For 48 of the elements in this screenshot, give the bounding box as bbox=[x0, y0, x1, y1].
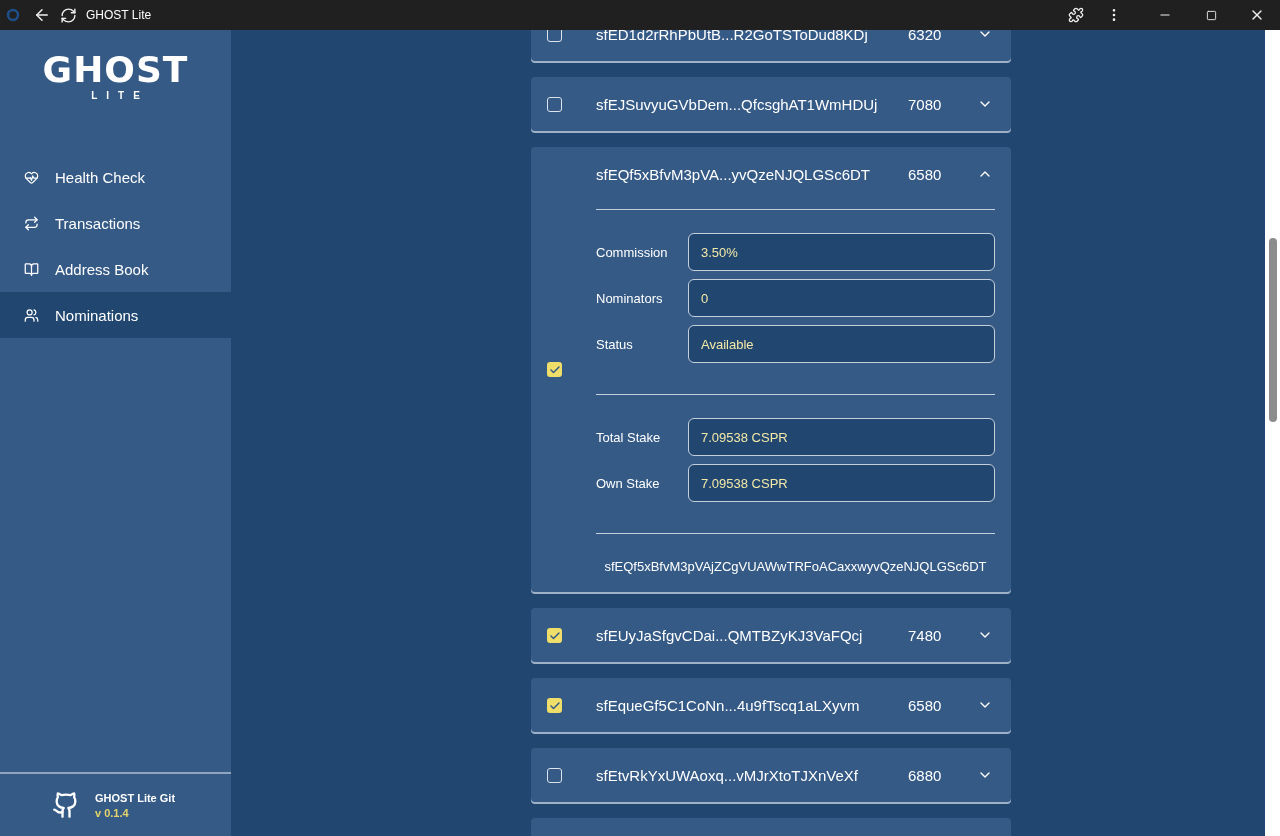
nav-item[interactable]: Nominations bbox=[0, 292, 231, 338]
validator-address: sfEtvRkYxUWAoxq...vMJrXtoTJXnVeXf bbox=[596, 766, 859, 784]
window-title: GHOST Lite bbox=[86, 8, 152, 22]
value-field: 3.50% bbox=[688, 233, 995, 271]
validator-number: 6880 bbox=[908, 766, 943, 784]
check-icon bbox=[548, 629, 561, 642]
checkbox[interactable] bbox=[547, 30, 562, 42]
puzzle-icon bbox=[1068, 7, 1084, 23]
value-field: 0 bbox=[688, 279, 995, 317]
value-field: 7.09538 CSPR bbox=[688, 418, 995, 456]
checkbox[interactable] bbox=[547, 628, 562, 643]
app-icon bbox=[6, 8, 20, 22]
nav-item[interactable]: Health Check bbox=[0, 154, 231, 200]
full-address: sfEQf5xBfvM3pVAjZCgVUAWwTRFoACaxxwyvQzeNJQLGSc6DT bbox=[603, 558, 988, 576]
value-field: Available bbox=[688, 325, 995, 363]
field-label: Total Stake bbox=[596, 429, 662, 445]
checkbox[interactable] bbox=[547, 698, 562, 713]
maximize-icon bbox=[1205, 9, 1217, 21]
validator-address: sfEJSuvyuGVbDem...QfcsghAT1WmHDUj bbox=[596, 95, 879, 113]
scrollbar[interactable] bbox=[1265, 30, 1280, 836]
book-icon bbox=[24, 261, 39, 277]
users-icon bbox=[24, 307, 39, 323]
version-label: v 0.1.4 bbox=[95, 806, 130, 819]
refresh-icon bbox=[59, 6, 77, 24]
nav-item[interactable]: Address Book bbox=[0, 246, 231, 292]
validator-number: 6580 bbox=[908, 165, 943, 183]
validator-address: sfEQf5xBfvM3pVA...yvQzeNJQLGSc6DT bbox=[596, 165, 871, 183]
validator-number: 6580 bbox=[908, 696, 943, 714]
validator-number: 7080 bbox=[908, 95, 943, 113]
check-icon bbox=[548, 699, 561, 712]
field-label: Status bbox=[596, 336, 634, 352]
field-label: Commission bbox=[596, 244, 669, 260]
logo-title: GHOST bbox=[42, 50, 189, 90]
nav-item[interactable]: Transactions bbox=[0, 200, 231, 246]
logo-subtitle: LITE bbox=[91, 90, 149, 101]
field-label: Own Stake bbox=[596, 475, 661, 491]
heart-pulse-icon bbox=[24, 169, 39, 185]
exchange-icon bbox=[24, 215, 39, 231]
field-label: Nominators bbox=[596, 290, 664, 306]
checkbox[interactable] bbox=[547, 768, 562, 783]
footer-title[interactable]: GHOST Lite Git bbox=[95, 791, 176, 804]
validator-number: 7480 bbox=[908, 626, 943, 644]
checkbox[interactable] bbox=[547, 362, 562, 377]
validator-address: sfEUyJaSfgvCDai...QMTBZyKJ3VaFQcj bbox=[596, 626, 864, 644]
checkbox[interactable] bbox=[547, 97, 562, 112]
check-icon bbox=[548, 363, 561, 376]
validator-address: sfEqueGf5C1CoNn...4u9fTscq1aLXyvm bbox=[596, 696, 861, 714]
value-field: 7.09538 CSPR bbox=[688, 464, 995, 502]
